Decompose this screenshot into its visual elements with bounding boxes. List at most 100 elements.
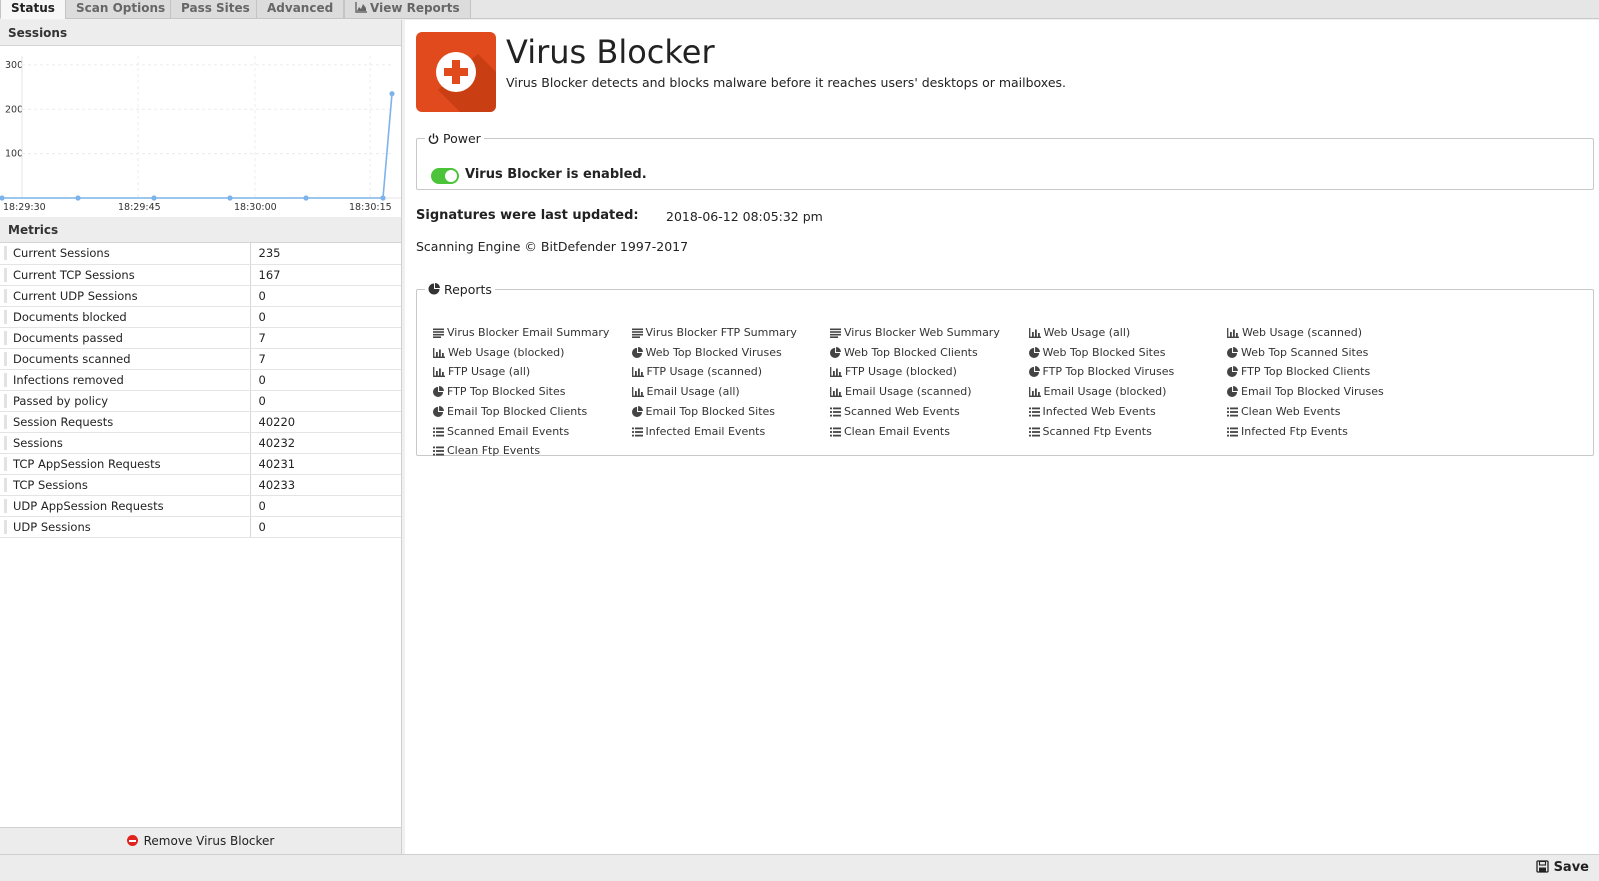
metrics-row: UDP Sessions 0: [0, 516, 401, 538]
footer-bar: Save: [0, 854, 1599, 881]
report-link[interactable]: Email Usage (all): [631, 384, 740, 400]
report-link[interactable]: Web Top Blocked Viruses: [631, 345, 782, 361]
report-link[interactable]: Email Usage (scanned): [830, 384, 972, 400]
report-link[interactable]: Infected Ftp Events: [1227, 424, 1348, 440]
tab-label: Advanced: [267, 1, 334, 15]
power-icon: [428, 133, 439, 144]
enable-toggle[interactable]: [431, 168, 459, 184]
list-icon: [1227, 405, 1241, 418]
report-link-label: Virus Blocker Email Summary: [447, 326, 610, 339]
text-align-icon: [830, 326, 844, 339]
report-link[interactable]: Web Top Scanned Sites: [1227, 345, 1368, 361]
power-legend: Power: [425, 131, 484, 146]
list-icon: [433, 425, 447, 438]
report-link-label: Email Usage (all): [646, 385, 740, 399]
report-link[interactable]: Web Usage (all): [1028, 325, 1130, 341]
bar-chart-icon: [631, 365, 647, 378]
report-link[interactable]: Infected Email Events: [631, 424, 766, 440]
metric-value: 235: [250, 243, 401, 265]
report-link[interactable]: Web Top Blocked Sites: [1028, 345, 1166, 361]
area-chart-icon: [355, 2, 367, 13]
report-link[interactable]: Email Usage (blocked): [1028, 384, 1166, 400]
pie-chart-icon: [433, 385, 447, 398]
report-link[interactable]: FTP Usage (all): [433, 364, 530, 380]
tab-advanced[interactable]: Advanced: [256, 0, 345, 19]
metrics-row: Documents blocked 0: [0, 306, 401, 328]
data-point: [303, 195, 309, 201]
data-point: [75, 195, 81, 201]
reports-section: Reports Virus Blocker Email Summary Virus…: [416, 282, 1594, 459]
tab-bar: Status Scan Options Pass Sites Advanced …: [0, 0, 1599, 19]
report-link-label: Web Top Blocked Clients: [844, 345, 978, 359]
tab-pass-sites[interactable]: Pass Sites: [170, 0, 261, 19]
tab-view-reports[interactable]: View Reports: [344, 0, 471, 19]
report-link[interactable]: Clean Email Events: [830, 424, 950, 440]
metric-value: 40233: [250, 474, 401, 496]
report-link[interactable]: FTP Top Blocked Sites: [433, 384, 566, 400]
y-tick-label: 200: [5, 104, 23, 115]
save-icon: [1535, 860, 1549, 873]
metric-value: 0: [250, 369, 401, 391]
save-button[interactable]: Save: [1535, 860, 1589, 875]
metric-value: 167: [250, 264, 401, 286]
bar-chart-icon: [1028, 385, 1044, 398]
list-icon: [830, 405, 844, 418]
text-align-icon: [433, 326, 447, 339]
report-link[interactable]: Scanned Web Events: [830, 404, 960, 420]
report-link[interactable]: Email Top Blocked Clients: [433, 404, 587, 420]
report-link[interactable]: FTP Usage (scanned): [631, 364, 762, 380]
pie-chart-icon: [433, 405, 447, 418]
bar-chart-icon: [830, 365, 845, 378]
metrics-row: Sessions 40232: [0, 432, 401, 454]
report-link[interactable]: Email Top Blocked Viruses: [1227, 384, 1384, 400]
metric-name: Sessions: [0, 432, 251, 454]
data-point: [389, 91, 395, 97]
report-link[interactable]: Virus Blocker Email Summary: [433, 325, 609, 341]
tab-label: Scan Options: [76, 1, 166, 15]
metric-name: Documents blocked: [0, 306, 251, 328]
report-link-label: Infected Ftp Events: [1241, 424, 1348, 438]
metric-name: Session Requests: [0, 411, 251, 433]
remove-app-button[interactable]: Remove Virus Blocker: [0, 827, 401, 854]
reports-legend-label: Reports: [443, 282, 492, 297]
report-link-label: Email Top Blocked Sites: [645, 404, 776, 418]
report-link-label: Clean Web Events: [1241, 404, 1341, 418]
report-link[interactable]: Clean Ftp Events: [433, 443, 540, 459]
report-link-label: Web Usage (scanned): [1242, 326, 1363, 339]
report-link-label: Infected Email Events: [645, 424, 766, 438]
report-link[interactable]: Clean Web Events: [1227, 404, 1340, 420]
list-icon: [1028, 405, 1043, 418]
bar-chart-icon: [433, 346, 448, 359]
report-link[interactable]: Web Top Blocked Clients: [830, 345, 978, 361]
sessions-panel-title: Sessions: [0, 20, 401, 46]
reports-legend: Reports: [425, 282, 495, 297]
report-link[interactable]: Email Top Blocked Sites: [631, 404, 776, 420]
y-tick-label: 100: [5, 149, 23, 160]
report-link[interactable]: Scanned Ftp Events: [1028, 424, 1152, 440]
metric-name: Infections removed: [0, 369, 251, 391]
report-link[interactable]: FTP Top Blocked Viruses: [1028, 364, 1174, 380]
report-link[interactable]: Virus Blocker FTP Summary: [631, 325, 797, 341]
pie-chart-icon: [1227, 365, 1241, 378]
report-link[interactable]: Virus Blocker Web Summary: [830, 325, 1000, 341]
report-link[interactable]: Web Usage (scanned): [1227, 325, 1362, 341]
report-link-label: Infected Web Events: [1042, 404, 1156, 418]
pie-chart-icon: [1028, 365, 1043, 378]
tab-scan-options[interactable]: Scan Options: [65, 0, 177, 19]
plus-shield-icon: [416, 32, 496, 112]
report-link[interactable]: Scanned Email Events: [433, 424, 569, 440]
report-link[interactable]: FTP Top Blocked Clients: [1227, 364, 1370, 380]
metric-value: 40232: [250, 432, 401, 454]
x-tick-label: 18:29:30: [3, 202, 46, 213]
power-section: Power Virus Blocker is enabled.: [416, 131, 1594, 190]
app-title: Virus Blocker: [506, 33, 715, 71]
metric-value: 40220: [250, 411, 401, 433]
report-link[interactable]: Web Usage (blocked): [433, 345, 564, 361]
tab-status[interactable]: Status: [0, 0, 66, 19]
metrics-row: UDP AppSession Requests 0: [0, 495, 401, 517]
report-link[interactable]: FTP Usage (blocked): [830, 364, 957, 380]
report-link[interactable]: Infected Web Events: [1028, 404, 1156, 420]
metrics-row: Documents passed 7: [0, 327, 401, 349]
metric-value: 7: [250, 327, 401, 349]
signatures-label: Signatures were last updated:: [416, 208, 639, 223]
